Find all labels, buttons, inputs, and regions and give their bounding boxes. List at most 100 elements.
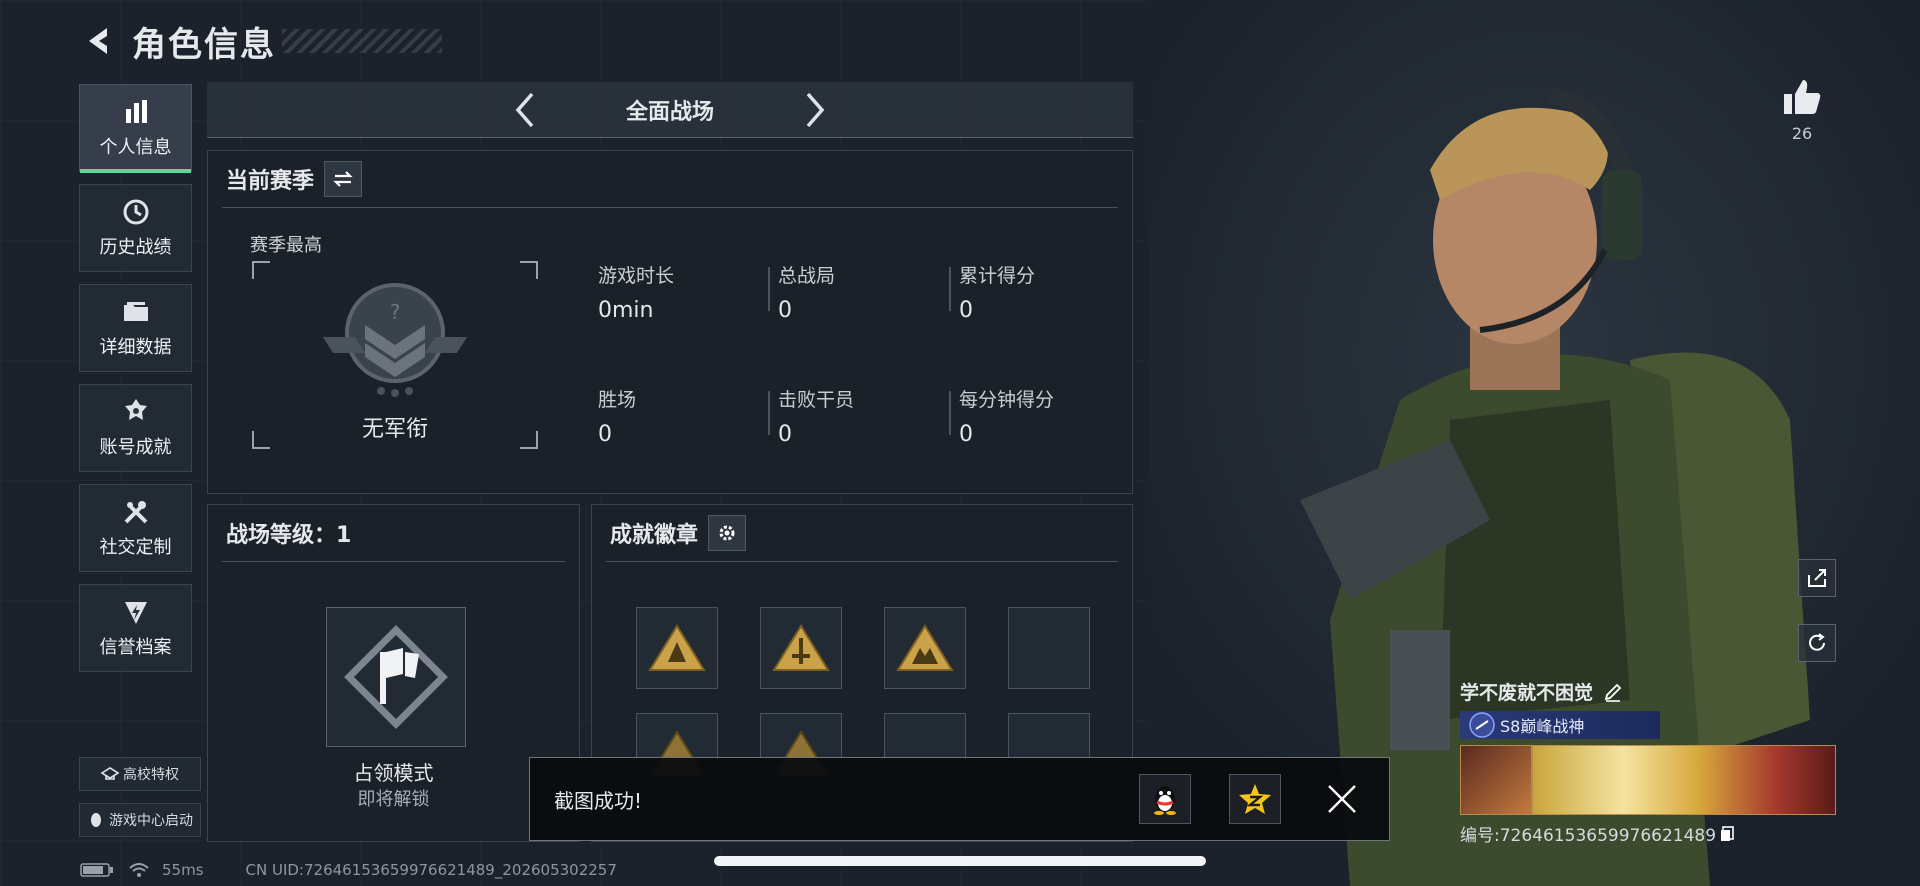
occupation-mode-card[interactable] [326, 607, 466, 747]
screenshot-toast: 截图成功! [529, 757, 1390, 841]
previous-mode-button[interactable] [505, 85, 545, 135]
sidebar-item-label: 历史战绩 [99, 237, 172, 258]
home-indicator[interactable] [714, 856, 1206, 866]
like-button[interactable]: 26 [1780, 78, 1824, 143]
divider [606, 561, 1118, 562]
player-card: 学不废就不困觉 S8巅峰战神 编号:7264615365997662148​9 [1460, 678, 1836, 846]
svg-text:?: ? [390, 300, 401, 324]
share-icon [1808, 569, 1826, 587]
copy-icon[interactable] [1720, 825, 1734, 842]
wifi-icon [129, 863, 149, 877]
player-id-row: 编号:7264615365997662148​9 [1460, 821, 1836, 846]
rank-crest-icon [1469, 712, 1495, 738]
banner-badge[interactable] [1460, 745, 1532, 815]
rank-title: S8巅峰战神 [1500, 717, 1585, 736]
sidebar-item-label: 个人信息 [99, 137, 172, 158]
sidebar-item-social[interactable]: 社交定制 [79, 484, 192, 572]
stat-total-matches: 总战局 0 [768, 261, 835, 323]
campus-privilege-label: 高校特权 [123, 767, 179, 783]
mode-selector: 全面战场 [207, 82, 1133, 138]
share-qq-button[interactable] [1139, 774, 1191, 824]
banner-row [1460, 745, 1836, 815]
refresh-icon [1809, 633, 1825, 651]
sidebar-item-credit[interactable]: 信誉档案 [79, 584, 192, 672]
battery-icon [80, 863, 113, 877]
badge-slot[interactable] [636, 607, 718, 689]
sidebar-item-label: 账号成就 [99, 437, 172, 458]
rank-emblem-icon: ? [323, 283, 467, 397]
battlefield-level-panel: 战场等级：1 占领模式 即将解锁 [207, 504, 580, 842]
badge-slot[interactable] [760, 607, 842, 689]
rotate-button[interactable] [1798, 624, 1836, 662]
stat-wins: 胜场 0 [598, 389, 637, 447]
qzone-star-icon [1239, 784, 1271, 814]
back-arrow-icon[interactable] [78, 21, 118, 61]
occupation-mode-title: 占领模式 [353, 761, 434, 785]
close-toast-button[interactable] [1319, 776, 1365, 822]
history-clock-icon [123, 199, 148, 225]
banner-nameplate[interactable] [1532, 745, 1836, 815]
campus-icon [101, 767, 119, 780]
badges-title: 成就徽章 [610, 523, 699, 548]
status-bar: 55ms CN UID:7264615365997662148​9_202605… [80, 858, 617, 882]
divider [222, 561, 565, 562]
header: 角色信息 [78, 16, 442, 66]
player-name-row: 学不废就不困觉 [1460, 678, 1836, 705]
folder-icon [123, 302, 148, 321]
campus-privilege-button[interactable]: 高校特权 [79, 757, 201, 791]
badge-slot[interactable] [884, 607, 966, 689]
switch-season-button[interactable] [324, 161, 363, 197]
gear-icon [719, 525, 735, 541]
qq-penguin-icon [1154, 786, 1176, 815]
rank-display: ? 无军衔 [252, 261, 538, 449]
uid-text: CN UID:7264615365997662148​9_20260530225… [245, 861, 617, 879]
sidebar-item-personal-info[interactable]: 个人信息 [79, 84, 192, 173]
sidebar-item-label: 信誉档案 [99, 637, 172, 658]
gold-badge-icon [896, 624, 954, 671]
tools-icon [124, 501, 147, 524]
player-name: 学不废就不困觉 [1460, 682, 1594, 704]
mode-lock-status: 即将解锁 [357, 789, 430, 810]
current-season-panel: 当前赛季 赛季最高 ? 无军衔 游戏时长 0min 总战局 0 累计得分 0 胜… [207, 150, 1133, 494]
current-mode-label: 全面战场 [625, 99, 714, 125]
season-best-label: 赛季最高 [250, 235, 322, 256]
edit-icon[interactable] [1603, 682, 1623, 702]
swap-icon [333, 171, 353, 187]
bar-chart-icon [125, 100, 147, 123]
gold-badge-icon [772, 624, 830, 671]
sidebar-item-details[interactable]: 详细数据 [79, 284, 192, 372]
sidebar: 个人信息 历史战绩 详细数据 账号成就 社交定制 信誉档案 [79, 84, 192, 684]
close-icon [1328, 785, 1356, 813]
stat-play-time: 游戏时长 0min [598, 265, 675, 323]
badge-settings-button[interactable] [708, 515, 747, 551]
share-qzone-button[interactable] [1229, 774, 1281, 824]
player-id: 编号:7264615365997662148​9 [1460, 826, 1717, 846]
like-count: 26 [1791, 124, 1813, 143]
sidebar-item-history[interactable]: 历史战绩 [79, 184, 192, 272]
badge-slot[interactable] [1008, 607, 1090, 689]
next-mode-button[interactable] [795, 85, 835, 135]
sidebar-item-label: 社交定制 [99, 537, 172, 558]
ping-value: 55ms [162, 861, 204, 879]
divider [222, 207, 1118, 208]
rank-title-strip: S8巅峰战神 [1460, 711, 1660, 739]
stat-score-per-minute: 每分钟得分 0 [949, 385, 1054, 447]
rank-name: 无军衔 [361, 417, 428, 442]
gold-badge-icon [648, 624, 706, 671]
battlefield-level-title: 战场等级：1 [226, 523, 352, 548]
sidebar-item-achievements[interactable]: 账号成就 [79, 384, 192, 472]
flag-diamond-icon [344, 625, 448, 729]
share-button[interactable] [1798, 559, 1836, 597]
thumbs-up-icon [1784, 80, 1821, 114]
title-decoration [282, 29, 442, 53]
qq-penguin-icon [91, 813, 101, 827]
sidebar-item-label: 详细数据 [99, 337, 172, 358]
page-title: 角色信息 [132, 24, 276, 65]
game-center-label: 游戏中心启动 [109, 813, 193, 829]
toast-message: 截图成功! [554, 788, 643, 813]
achievement-icon [124, 399, 147, 420]
credit-icon [124, 602, 147, 624]
game-center-button[interactable]: 游戏中心启动 [79, 803, 201, 837]
season-title: 当前赛季 [226, 169, 315, 194]
stat-kills: 击败干员 0 [768, 385, 854, 447]
